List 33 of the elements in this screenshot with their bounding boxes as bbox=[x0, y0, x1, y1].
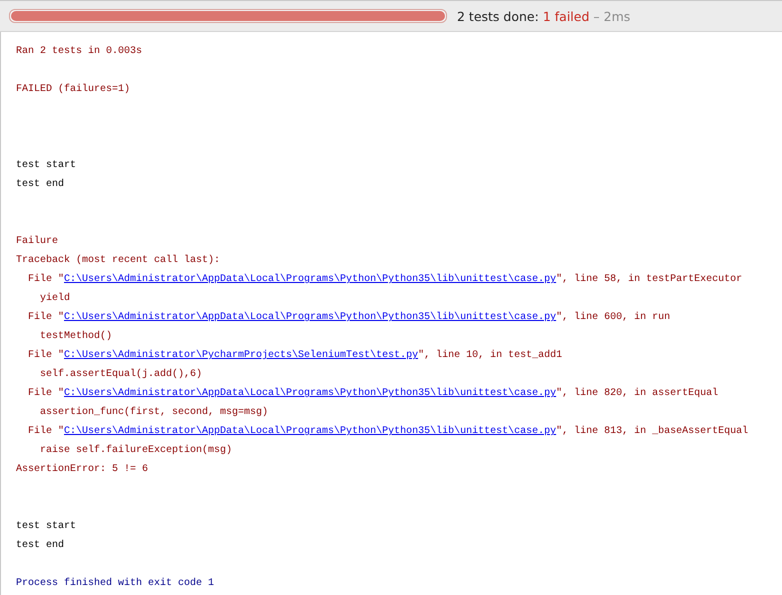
line-location: ", line 600, in run bbox=[556, 312, 670, 323]
file-link[interactable]: C:\Users\Administrator\AppData\Local\Programs\Python\Python35\lib\unittest\case.py bbox=[64, 312, 556, 323]
console-line: test end bbox=[16, 540, 64, 551]
file-prefix: File " bbox=[28, 388, 64, 399]
line-location: ", line 813, in _baseAssertEqual bbox=[556, 426, 748, 437]
console-line: AssertionError: 5 != 6 bbox=[16, 464, 148, 475]
console-line: test start bbox=[16, 521, 76, 532]
code-line: assertion_func(first, second, msg=msg) bbox=[40, 407, 268, 418]
console-line: Traceback (most recent call last): bbox=[16, 255, 220, 266]
duration: – 2ms bbox=[593, 8, 630, 24]
file-prefix: File " bbox=[28, 274, 64, 285]
code-line: testMethod() bbox=[40, 331, 112, 342]
file-link[interactable]: C:\Users\Administrator\AppData\Local\Programs\Python\Python35\lib\unittest\case.py bbox=[64, 274, 556, 285]
file-link[interactable]: C:\Users\Administrator\PycharmProjects\SeleniumTest\test.py bbox=[64, 350, 418, 361]
failed-count: 1 failed bbox=[542, 8, 590, 24]
line-location: ", line 820, in assertEqual bbox=[556, 388, 718, 399]
file-prefix: File " bbox=[28, 426, 64, 437]
tests-summary: 2 tests done: bbox=[457, 8, 539, 24]
console-line: test start bbox=[16, 160, 76, 171]
console-line: FAILED (failures=1) bbox=[16, 84, 130, 95]
code-line: yield bbox=[40, 293, 70, 304]
code-line: raise self.failureException(msg) bbox=[40, 445, 232, 456]
console-line: test end bbox=[16, 179, 64, 190]
file-link[interactable]: C:\Users\Administrator\AppData\Local\Programs\Python\Python35\lib\unittest\case.py bbox=[64, 388, 556, 399]
file-prefix: File " bbox=[28, 350, 64, 361]
line-location: ", line 58, in testPartExecutor bbox=[556, 274, 742, 285]
file-prefix: File " bbox=[28, 312, 64, 323]
console-line: Ran 2 tests in 0.003s bbox=[16, 46, 142, 57]
file-link[interactable]: C:\Users\Administrator\AppData\Local\Programs\Python\Python35\lib\unittest\case.py bbox=[64, 426, 556, 437]
console-line: Process finished with exit code 1 bbox=[16, 578, 214, 589]
line-location: ", line 10, in test_add1 bbox=[418, 350, 562, 361]
console-line: Failure bbox=[16, 236, 58, 247]
code-line: self.assertEqual(j.add(),6) bbox=[40, 369, 202, 380]
